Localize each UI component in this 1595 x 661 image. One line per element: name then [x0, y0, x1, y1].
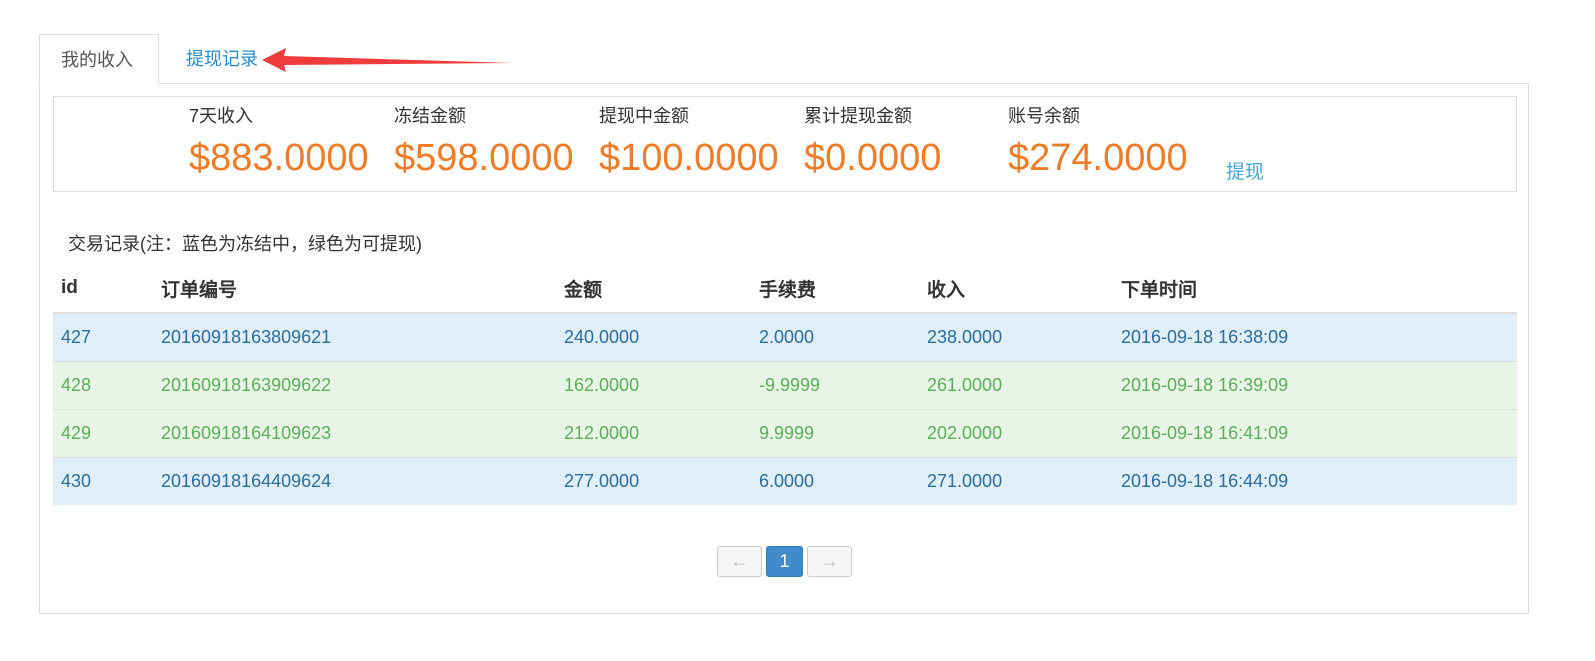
cell-fee: 2.0000 [751, 312, 919, 362]
cell-amount: 162.0000 [556, 361, 751, 410]
cell-income: 271.0000 [919, 457, 1113, 505]
cell-id: 430 [53, 457, 153, 505]
next-page-button[interactable]: → [807, 546, 852, 577]
cell-income: 202.0000 [919, 409, 1113, 458]
stat-value: $598.0000 [394, 137, 574, 179]
cell-order-no: 20160918163909622 [153, 361, 556, 410]
cell-order-time: 2016-09-18 16:44:09 [1113, 457, 1517, 505]
cell-id: 429 [53, 409, 153, 458]
stat-value: $100.0000 [599, 137, 779, 179]
column-header-income: 收入 [919, 264, 1113, 314]
table-row: 429 20160918164109623 212.0000 9.9999 20… [53, 409, 1517, 458]
previous-page-button[interactable]: ← [717, 546, 762, 577]
cell-fee: -9.9999 [751, 361, 919, 410]
column-header-id: id [53, 264, 153, 314]
column-header-order-no: 订单编号 [153, 264, 556, 314]
stat-label: 账号余额 [1008, 106, 1080, 126]
column-header-fee: 手续费 [751, 264, 919, 314]
stats-box: 7天收入 $883.0000 冻结金额 $598.0000 提现中金额 $100… [53, 96, 1517, 192]
cell-fee: 6.0000 [751, 457, 919, 505]
table-row: 428 20160918163909622 162.0000 -9.9999 2… [53, 361, 1517, 410]
cell-id: 427 [53, 312, 153, 362]
transaction-note: 交易记录(注：蓝色为冻结中，绿色为可提现) [68, 234, 422, 254]
withdraw-link[interactable]: 提现 [1226, 157, 1264, 184]
cell-order-time: 2016-09-18 16:41:09 [1113, 409, 1517, 458]
tab-my-income[interactable]: 我的收入 [39, 34, 159, 84]
annotation-arrow-icon [262, 48, 512, 72]
stat-value: $0.0000 [804, 137, 942, 179]
stat-label: 冻结金额 [394, 106, 466, 126]
stat-value: $274.0000 [1008, 137, 1188, 179]
column-header-order-time: 下单时间 [1113, 264, 1517, 314]
income-panel: 7天收入 $883.0000 冻结金额 $598.0000 提现中金额 $100… [39, 83, 1529, 614]
cell-order-time: 2016-09-18 16:39:09 [1113, 361, 1517, 410]
column-header-amount: 金额 [556, 264, 751, 314]
cell-order-time: 2016-09-18 16:38:09 [1113, 312, 1517, 362]
stat-label: 7天收入 [189, 106, 254, 126]
cell-order-no: 20160918164409624 [153, 457, 556, 505]
cell-income: 261.0000 [919, 361, 1113, 410]
table-header-row: id 订单编号 金额 手续费 收入 下单时间 [53, 264, 1517, 314]
cell-id: 428 [53, 361, 153, 410]
cell-fee: 9.9999 [751, 409, 919, 458]
cell-amount: 277.0000 [556, 457, 751, 505]
stat-label: 提现中金额 [599, 106, 689, 126]
cell-amount: 240.0000 [556, 312, 751, 362]
cell-amount: 212.0000 [556, 409, 751, 458]
cell-order-no: 20160918164109623 [153, 409, 556, 458]
transactions-table: id 订单编号 金额 手续费 收入 下单时间 427 2016091816380… [53, 264, 1517, 505]
cell-income: 238.0000 [919, 312, 1113, 362]
table-row: 427 20160918163809621 240.0000 2.0000 23… [53, 312, 1517, 362]
stat-value: $883.0000 [189, 137, 369, 179]
stat-label: 累计提现金额 [804, 106, 912, 126]
page-1-button[interactable]: 1 [766, 546, 803, 577]
table-row: 430 20160918164409624 277.0000 6.0000 27… [53, 457, 1517, 505]
cell-order-no: 20160918163809621 [153, 312, 556, 362]
